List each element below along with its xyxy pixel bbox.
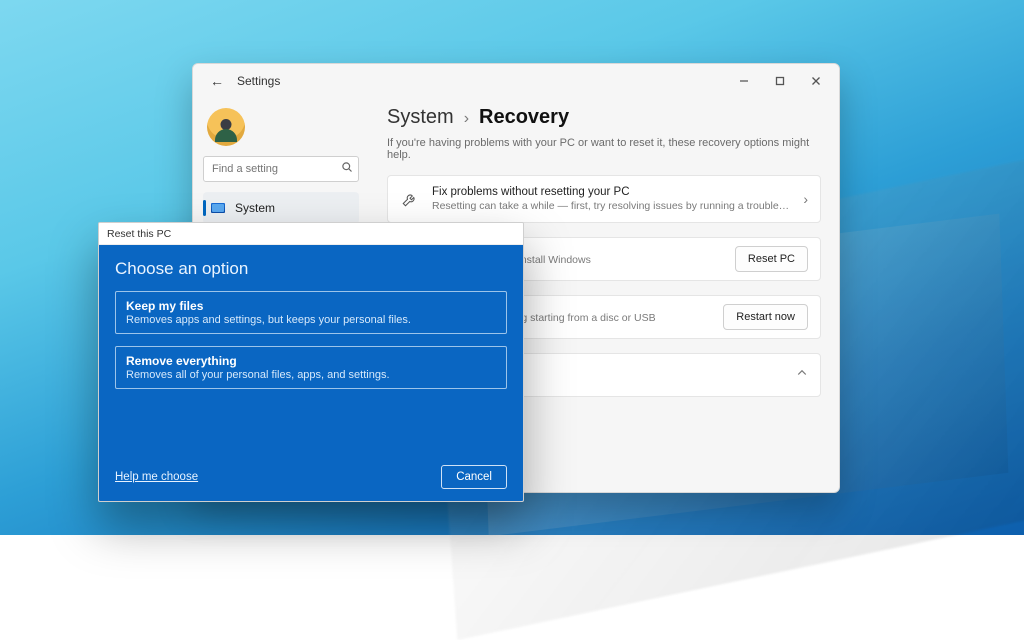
chevron-right-icon: ›: [803, 191, 808, 207]
option-title: Remove everything: [126, 354, 496, 368]
breadcrumb-system[interactable]: System: [387, 106, 454, 129]
option-title: Keep my files: [126, 299, 496, 313]
breadcrumb: System › Recovery: [387, 106, 821, 129]
maximize-icon: [775, 76, 785, 86]
dialog-titlebar: Reset this PC: [99, 223, 523, 245]
window-title: Settings: [237, 74, 280, 88]
search-wrap: [203, 156, 359, 182]
search-icon: [341, 160, 353, 178]
reset-pc-dialog: Reset this PC Choose an option Keep my f…: [98, 222, 524, 502]
titlebar: ← Settings: [193, 64, 839, 98]
card-text: Fix problems without resetting your PC R…: [432, 186, 791, 212]
dialog-footer: Help me choose Cancel: [115, 465, 507, 489]
cancel-button[interactable]: Cancel: [441, 465, 507, 489]
minimize-button[interactable]: [727, 67, 761, 95]
caption-controls: [727, 67, 833, 95]
close-button[interactable]: [799, 67, 833, 95]
chevron-up-icon: [796, 366, 808, 384]
option-keep-my-files[interactable]: Keep my files Removes apps and settings,…: [115, 291, 507, 334]
close-icon: [811, 76, 821, 86]
dialog-window-title: Reset this PC: [107, 228, 171, 240]
option-desc: Removes all of your personal files, apps…: [126, 369, 496, 381]
option-desc: Removes apps and settings, but keeps you…: [126, 314, 496, 326]
wrench-icon: [400, 189, 420, 209]
page-title: Recovery: [479, 106, 569, 129]
help-me-choose-link[interactable]: Help me choose: [115, 471, 198, 483]
dialog-heading: Choose an option: [115, 259, 507, 279]
arrow-left-icon: ←: [210, 73, 224, 89]
page-subtitle: If you're having problems with your PC o…: [387, 137, 821, 161]
chevron-right-icon: ›: [464, 110, 469, 128]
maximize-button[interactable]: [763, 67, 797, 95]
sidebar-item-system[interactable]: System: [203, 192, 359, 224]
search-input[interactable]: [203, 156, 359, 182]
card-title: Fix problems without resetting your PC: [432, 186, 791, 198]
sidebar-item-label: System: [235, 201, 275, 215]
avatar[interactable]: [207, 108, 245, 146]
minimize-icon: [739, 76, 749, 86]
system-icon: [211, 203, 225, 213]
option-remove-everything[interactable]: Remove everything Removes all of your pe…: [115, 346, 507, 389]
restart-now-button[interactable]: Restart now: [723, 304, 808, 330]
card-desc: Resetting can take a while — first, try …: [432, 200, 791, 212]
dialog-body: Choose an option Keep my files Removes a…: [99, 245, 523, 501]
back-button[interactable]: ←: [205, 69, 229, 93]
fix-problems-card[interactable]: Fix problems without resetting your PC R…: [387, 175, 821, 223]
reset-pc-button[interactable]: Reset PC: [735, 246, 808, 272]
